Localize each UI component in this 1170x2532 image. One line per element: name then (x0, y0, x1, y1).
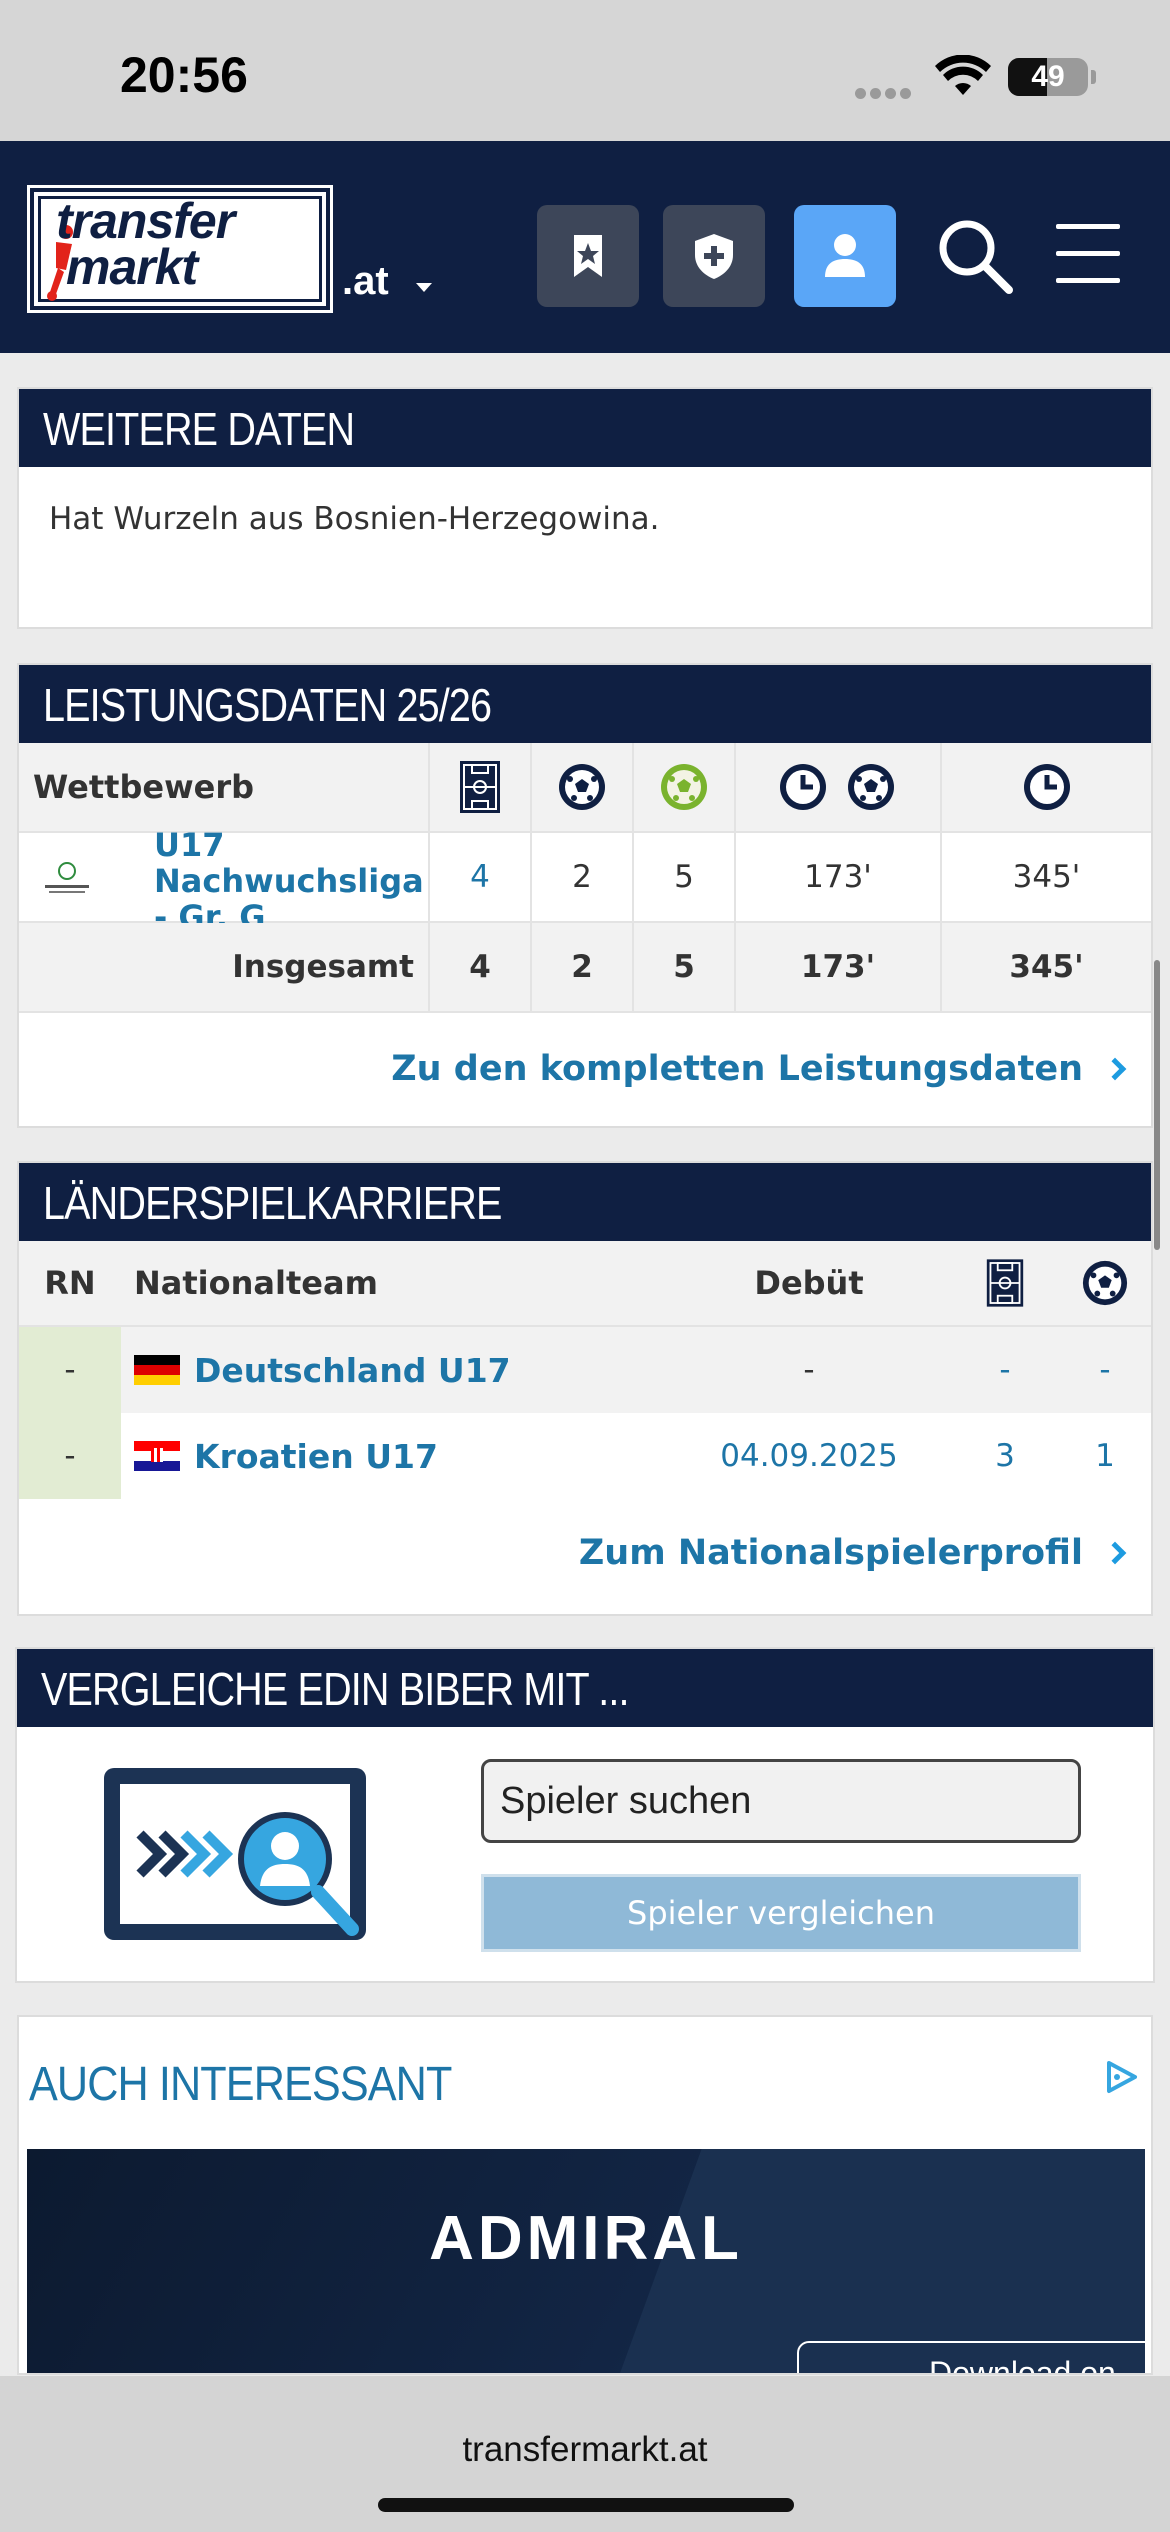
competition-cell: U17 Nachwuchsliga - Gr. G (19, 827, 430, 935)
apps-value[interactable]: 3 (954, 1413, 1056, 1499)
battery-level: 49 (1031, 60, 1065, 93)
national-team-label: Kroatien U17 (194, 1436, 438, 1476)
rn-value: - (19, 1327, 121, 1413)
debut-value[interactable]: 04.09.2025 (659, 1413, 959, 1499)
goals-value[interactable]: 1 (1059, 1413, 1151, 1499)
admiral-logo-text: ADMIRAL (429, 2204, 743, 2273)
weitere-daten-text: Hat Wurzeln aus Bosnien-Herzegowina. (49, 501, 660, 537)
national-team-link[interactable]: Kroatien U17 (134, 1413, 634, 1499)
logo-text-markt: markt (66, 239, 198, 295)
browser-address-bar: transfermarkt.at (0, 2376, 1170, 2532)
user-icon (825, 234, 865, 277)
national-profile-link-label: Zum Nationalspielerprofil (578, 1533, 1083, 1573)
vergleiche-box: VERGLEICHE EDIN BIBER MIT ... Spieler su… (15, 1647, 1155, 1983)
leistungsdaten-box: LEISTUNGSDATEN 25/26 Wettbewerb U17 Nach… (17, 663, 1153, 1128)
chevron-right-icon (1103, 1541, 1127, 1565)
pitch-icon (430, 743, 532, 831)
caret-down-icon[interactable] (416, 283, 432, 292)
laenderspielkarriere-title: LÄNDERSPIELKARRIERE (19, 1163, 1151, 1241)
site-header: transfer markt .at (0, 141, 1170, 353)
column-header-debut: Debüt (754, 1264, 864, 1302)
national-team-label: Deutschland U17 (194, 1350, 511, 1390)
column-header-rn: RN (44, 1264, 96, 1302)
wifi-icon (935, 55, 991, 95)
germany-flag-icon (134, 1355, 180, 1385)
national-table-header: RN Nationalteam Debüt (19, 1241, 1151, 1327)
national-team-row: - Deutschland U17 - - - (19, 1327, 1151, 1413)
laenderspielkarriere-box: LÄNDERSPIELKARRIERE RN Nationalteam Debü… (17, 1161, 1153, 1616)
leistungsdaten-title: LEISTUNGSDATEN 25/26 (19, 665, 1151, 743)
total-label: Insgesamt (19, 923, 430, 1011)
total-minutes: 345' (1009, 949, 1084, 985)
competition-link[interactable]: U17 Nachwuchsliga - Gr. G (154, 827, 424, 935)
table-row: U17 Nachwuchsliga - Gr. G 4 2 5 173' 345… (19, 827, 1151, 935)
ball-icon (532, 743, 634, 831)
status-time: 20:56 (120, 47, 248, 103)
total-minutes-per-goal: 173' (736, 923, 942, 1011)
user-account-button[interactable] (794, 205, 896, 307)
status-bar: 20:56 49 (0, 0, 1170, 141)
player-compare-illustration (104, 1768, 366, 1940)
total-assists: 5 (634, 923, 736, 1011)
total-apps: 4 (430, 923, 532, 1011)
app-store-download-button[interactable]: Download on (797, 2341, 1145, 2373)
adchoices-icon[interactable] (1101, 2057, 1141, 2097)
total-goals: 2 (532, 923, 634, 1011)
clock-icon (942, 743, 1151, 831)
pitch-icon (954, 1241, 1056, 1325)
player-search-input[interactable]: Spieler suchen (481, 1759, 1081, 1843)
goals-value: 2 (532, 833, 634, 921)
url-text[interactable]: transfermarkt.at (0, 2430, 1170, 2470)
auch-interessant-box: AUCH INTERESSANT ADMIRAL Download on (17, 2015, 1153, 2375)
home-indicator[interactable] (378, 2498, 794, 2512)
table-header-row: Wettbewerb (19, 743, 1151, 833)
rn-value: - (19, 1413, 121, 1499)
full-stats-link[interactable]: Zu den kompletten Leistungsdaten (391, 1049, 1127, 1089)
domain-selector[interactable]: .at (342, 259, 389, 304)
transfermarkt-logo[interactable]: transfer markt (27, 185, 333, 313)
green-ball-icon (634, 743, 736, 831)
cellular-signal-icon (855, 84, 917, 99)
vergleiche-title: VERGLEICHE EDIN BIBER MIT ... (17, 1649, 1153, 1727)
full-stats-link-label: Zu den kompletten Leistungsdaten (391, 1049, 1083, 1089)
column-header-nationalteam: Nationalteam (134, 1264, 378, 1302)
advertisement-banner[interactable]: ADMIRAL Download on (27, 2149, 1145, 2373)
club-shield-button[interactable] (663, 205, 765, 307)
battery-tip (1091, 70, 1096, 84)
weitere-daten-title: WEITERE DATEN (19, 389, 1151, 467)
search-icon[interactable] (935, 216, 1015, 296)
dfb-nachwuchsliga-logo (45, 862, 89, 893)
national-profile-link[interactable]: Zum Nationalspielerprofil (578, 1533, 1127, 1573)
bookmark-button[interactable] (537, 205, 639, 307)
goals-value: - (1099, 1352, 1111, 1388)
auch-interessant-title: AUCH INTERESSANT (29, 2058, 452, 2111)
minutes-per-goal-value: 173' (736, 833, 942, 921)
table-total-row: Insgesamt 4 2 5 173' 345' (19, 923, 1151, 1013)
menu-icon[interactable] (1056, 224, 1120, 283)
croatia-flag-icon (134, 1441, 180, 1471)
apps-value[interactable]: 4 (430, 833, 532, 921)
chevron-right-icon (1103, 1057, 1127, 1081)
apps-value: - (999, 1352, 1011, 1388)
bookmark-star-icon (574, 235, 602, 277)
scrollbar[interactable] (1154, 960, 1160, 1250)
assists-value: 5 (634, 833, 736, 921)
column-header-wettbewerb: Wettbewerb (19, 743, 430, 831)
weitere-daten-box: WEITERE DATEN Hat Wurzeln aus Bosnien-He… (17, 387, 1153, 629)
minutes-value: 345' (1012, 859, 1081, 895)
clock-ball-icon (736, 743, 942, 831)
shield-plus-icon (695, 234, 733, 279)
battery-icon: 49 (1008, 58, 1088, 96)
compare-players-button[interactable]: Spieler vergleichen (481, 1874, 1081, 1952)
national-team-link[interactable]: Deutschland U17 (134, 1327, 634, 1413)
debut-value: - (803, 1352, 815, 1388)
ball-icon (1059, 1241, 1151, 1325)
national-team-row: - Kroatien U17 04.09.2025 3 1 (19, 1413, 1151, 1499)
